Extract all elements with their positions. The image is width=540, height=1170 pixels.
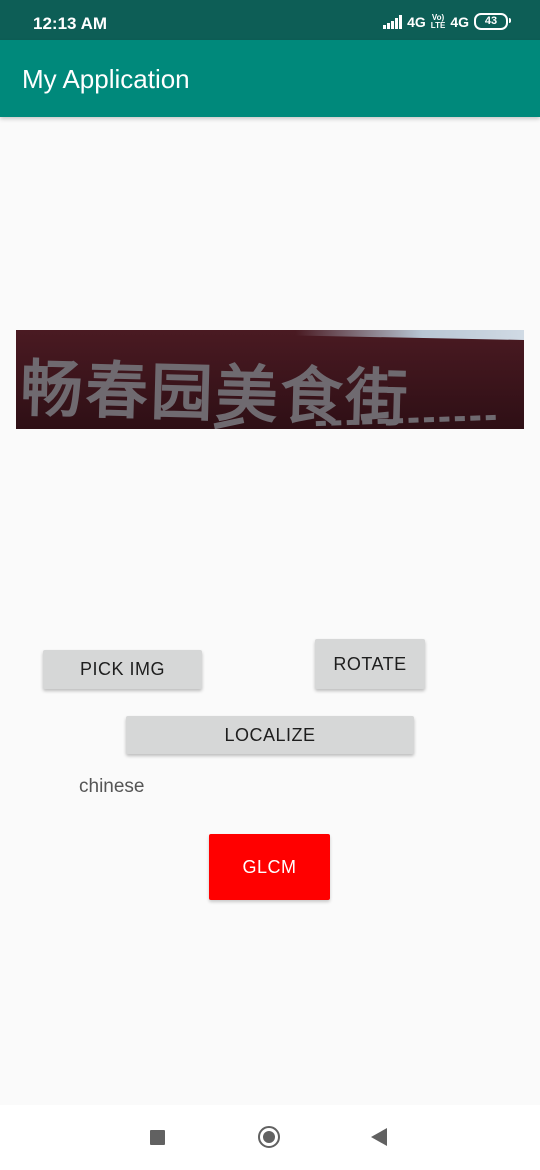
battery-level: 43 xyxy=(484,15,498,27)
image-sign-text: 畅春园美食街 xyxy=(19,351,412,429)
volte-icon: Vo) LTE xyxy=(430,13,446,30)
status-time: 12:13 AM xyxy=(33,14,108,33)
localize-button[interactable]: LOCALIZE xyxy=(126,716,414,754)
home-icon[interactable] xyxy=(258,1126,280,1148)
battery-icon: 43 xyxy=(474,13,511,30)
image-sky xyxy=(16,330,524,340)
network-type-label-2: 4G xyxy=(450,13,469,30)
glcm-button[interactable]: GLCM xyxy=(209,834,330,900)
app-title: My Application xyxy=(22,64,190,94)
signal-icon xyxy=(383,14,403,29)
rotate-button[interactable]: ROTATE xyxy=(315,639,425,689)
recents-icon[interactable] xyxy=(150,1130,165,1145)
result-text: chinese xyxy=(79,776,145,797)
network-type-label: 4G xyxy=(407,13,426,30)
status-icons: 4G Vo) LTE 4G 43 xyxy=(383,13,511,30)
status-bar: 12:13 AM 4G Vo) LTE 4G 43 xyxy=(0,0,540,40)
back-icon[interactable] xyxy=(371,1128,387,1146)
navigation-bar xyxy=(0,1105,540,1170)
volte-bottom-label: LTE xyxy=(430,20,446,30)
app-bar: My Application xyxy=(0,40,540,117)
pick-img-button[interactable]: PICK IMG xyxy=(43,650,202,689)
image-view: 畅春园美食街 xyxy=(16,330,524,429)
